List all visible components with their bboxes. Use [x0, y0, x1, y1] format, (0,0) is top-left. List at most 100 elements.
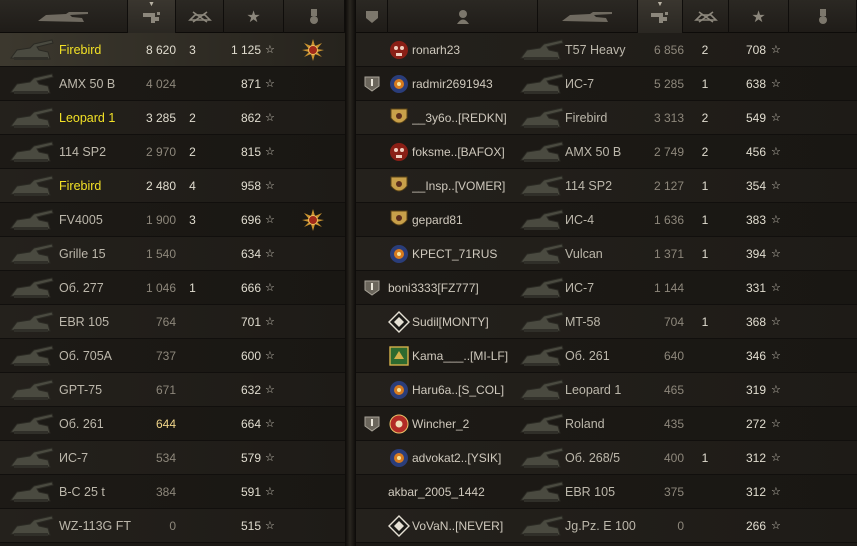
table-row[interactable]: ИС-7 534 579 ☆ [0, 441, 345, 475]
damage-value: 2 127 [653, 179, 684, 193]
kills-value [182, 407, 203, 441]
clan-emblem-icon [390, 176, 408, 192]
table-row[interactable]: Leopard 13 285 2 862 ☆ [0, 101, 345, 135]
kills-value: 1 [189, 281, 196, 295]
player-name: Haru6a..[S_COL] [412, 383, 505, 397]
vehicle-icon [10, 413, 54, 434]
award-medal-icon[interactable] [302, 209, 324, 231]
table-row[interactable]: __Insp..[VOMER] 114 SP2 2 127 1 354 ☆ [356, 169, 857, 203]
table-row[interactable]: Haru6a..[S_COL] Leopard 1 465 319 ☆ [356, 373, 857, 407]
medals-column-header[interactable] [789, 0, 857, 33]
kills-value [182, 509, 203, 543]
table-row[interactable]: Wincher_2 Roland 435 272 ☆ [356, 407, 857, 441]
vehicle-icon [10, 277, 54, 298]
kills-value: 3 [189, 213, 196, 227]
table-row[interactable]: 114 SP2 2 970 2 815 ☆ [0, 135, 345, 169]
xp-value: 638 [745, 77, 766, 91]
star-icon: ☆ [771, 350, 781, 362]
table-row[interactable]: radmir2691943 ИС-7 5 285 1 638 ☆ [356, 67, 857, 101]
award-medal-icon[interactable] [302, 39, 324, 61]
platoon-icon [364, 280, 380, 296]
table-row[interactable]: VoVaN..[NEVER] Jg.Pz. E 100 0 266 ☆ [356, 509, 857, 543]
kills-value: 1 [701, 213, 709, 227]
table-row[interactable]: advokat2..[YSIK] Об. 268/5 400 1 312 ☆ [356, 441, 857, 475]
table-row[interactable]: akbar_2005_1442 EBR 105 375 312 ☆ [356, 475, 857, 509]
table-row[interactable]: Grille 15 1 540 634 ☆ [0, 237, 345, 271]
medals-column-header[interactable] [284, 0, 345, 33]
xp-value: 312 [745, 485, 766, 499]
table-row[interactable]: foksme..[BAFOX] AMX 50 B 2 749 2 456 ☆ [356, 135, 857, 169]
kills-column-header[interactable] [176, 0, 224, 33]
clan-emblem-icon [390, 41, 408, 59]
kills-column-header[interactable] [683, 0, 729, 33]
xp-value: 696 [240, 213, 261, 227]
table-row[interactable]: Об. 705А 737 600 ☆ [0, 339, 345, 373]
destroyed-tank-icon [187, 10, 212, 23]
damage-value: 671 [155, 383, 176, 397]
xp-value: 600 [240, 349, 261, 363]
kills-value [182, 237, 203, 271]
vehicle-icon [520, 277, 564, 298]
vehicle-icon [10, 379, 54, 400]
xp-value: 266 [745, 519, 766, 533]
damage-value: 465 [663, 383, 684, 397]
xp-value: 664 [240, 417, 261, 431]
vehicle-name: Об. 261 [565, 349, 610, 363]
kills-value [182, 441, 203, 475]
vehicle-icon [520, 73, 564, 94]
player-name: gepard81 [412, 213, 463, 227]
star-icon: ☆ [771, 214, 781, 226]
kills-value: 4 [189, 179, 196, 193]
star-icon: ☆ [265, 248, 275, 260]
table-row[interactable]: ronarh23 T57 Heavy 6 856 2 708 ☆ [356, 33, 857, 67]
vehicle-name: ИС-4 [565, 213, 595, 227]
clan-emblem-icon [388, 515, 410, 537]
star-icon: ☆ [265, 418, 275, 430]
damage-value: 534 [155, 451, 176, 465]
star-icon: ☆ [771, 384, 781, 396]
table-row[interactable]: Об. 277 1 046 1 666 ☆ [0, 271, 345, 305]
table-row[interactable]: FV4005 1 900 3 696 ☆ [0, 203, 345, 237]
vehicle-icon [520, 243, 564, 264]
table-row[interactable]: AMX 50 B4 024 871 ☆ [0, 67, 345, 101]
table-row[interactable]: boni3333[FZ777] ИС-7 1 144 331 ☆ [356, 271, 857, 305]
table-row[interactable]: Firebird 2 480 4 958 ☆ [0, 169, 345, 203]
table-row[interactable]: gepard81 ИС-4 1 636 1 383 ☆ [356, 203, 857, 237]
damage-value: 384 [155, 485, 176, 499]
damage-value: 764 [155, 315, 176, 329]
table-row[interactable]: B-C 25 t 384 591 ☆ [0, 475, 345, 509]
table-row[interactable]: GPT-75 671 632 ☆ [0, 373, 345, 407]
damage-value: 1 540 [145, 247, 176, 261]
xp-value: 368 [745, 315, 766, 329]
star-icon: ☆ [771, 452, 781, 464]
star-icon: ☆ [265, 452, 275, 464]
damage-value: 400 [663, 451, 684, 465]
xp-column-header[interactable]: ★ [729, 0, 789, 33]
vehicle-column-header[interactable] [0, 0, 128, 33]
damage-value: 1 900 [145, 213, 176, 227]
kills-value: 2 [189, 145, 196, 159]
table-row[interactable]: Об. 261 644 664 ☆ [0, 407, 345, 441]
table-row[interactable]: Firebird 8 620 3 1 125 ☆ [0, 33, 345, 67]
vehicle-name: Roland [565, 417, 605, 431]
vehicle-icon [520, 39, 564, 60]
player-name: Kama___..[MI-LF] [412, 349, 509, 363]
damage-column-header[interactable]: ▼ [638, 0, 683, 33]
clan-emblem-icon [390, 245, 408, 263]
table-row[interactable]: EBR 105 764 701 ☆ [0, 305, 345, 339]
xp-column-header[interactable]: ★ [224, 0, 284, 33]
table-row[interactable]: KPECT_71RUS Vulcan 1 371 1 394 ☆ [356, 237, 857, 271]
clan-emblem-icon [388, 311, 410, 333]
player-column-header[interactable] [388, 0, 538, 33]
table-row[interactable]: WZ-113G FT 0 515 ☆ [0, 509, 345, 543]
table-row[interactable]: Kama___..[MI-LF] Об. 261 640 346 ☆ [356, 339, 857, 373]
xp-value: 312 [745, 451, 766, 465]
vehicle-icon [10, 209, 54, 230]
damage-column-header[interactable]: ▼ [128, 0, 176, 33]
kills-value [182, 67, 203, 101]
platoon-column-header[interactable] [356, 0, 388, 33]
damage-value: 737 [155, 349, 176, 363]
vehicle-column-header[interactable] [538, 0, 638, 33]
table-row[interactable]: Sudil[MONTY] MT-58 704 1 368 ☆ [356, 305, 857, 339]
table-row[interactable]: __3y6o..[REDKN] Firebird 3 313 2 549 ☆ [356, 101, 857, 135]
